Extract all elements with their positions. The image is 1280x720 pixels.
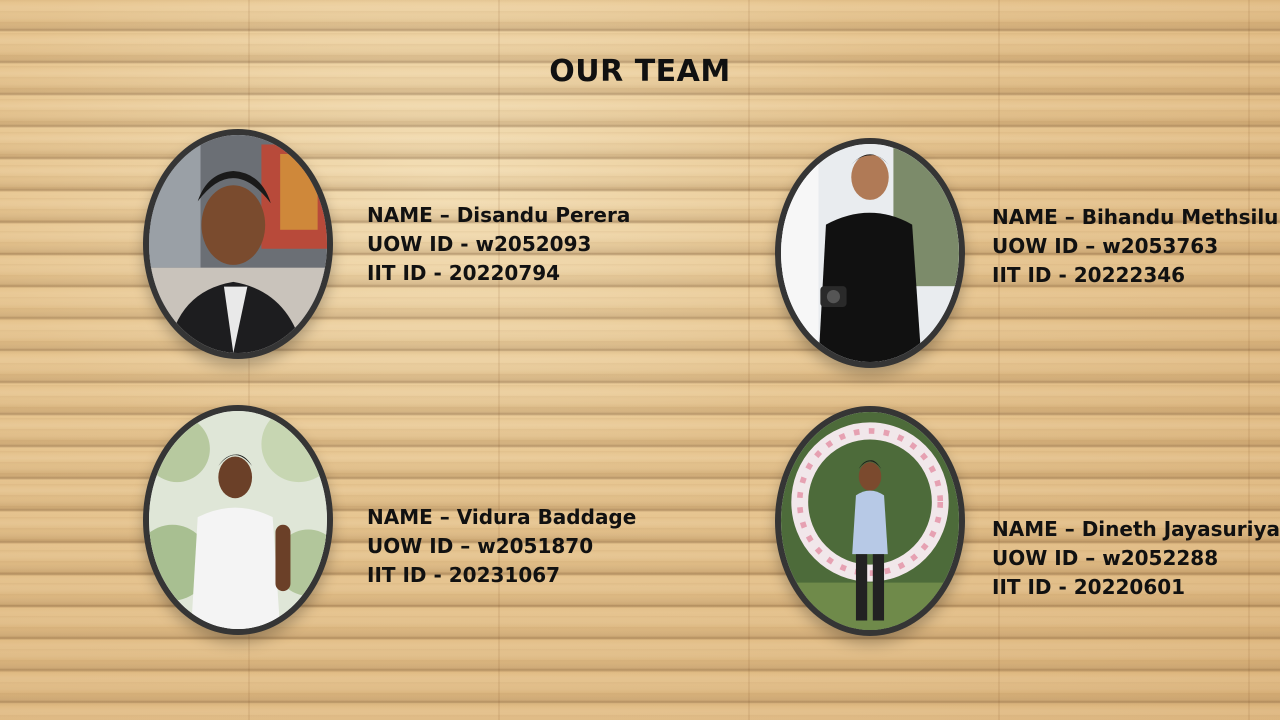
member-photo bbox=[143, 405, 333, 635]
member-info: NAME – Bihandu Methsilu UOW ID – w205376… bbox=[992, 203, 1278, 290]
member-name: NAME – Vidura Baddage bbox=[367, 505, 637, 529]
member-name: NAME – Disandu Perera bbox=[367, 203, 631, 227]
member-iit-id: IIT ID - 20220601 bbox=[992, 575, 1186, 599]
page-title: OUR TEAM bbox=[549, 54, 731, 89]
member-iit-id: IIT ID - 20231067 bbox=[367, 563, 561, 587]
member-uow-id: UOW ID – w2053763 bbox=[992, 234, 1219, 258]
slide: OUR TEAM NAME – Disandu Perera UOW ID - … bbox=[0, 0, 1280, 720]
member-uow-id: UOW ID - w2052093 bbox=[367, 232, 592, 256]
member-info: NAME – Disandu Perera UOW ID - w2052093 … bbox=[367, 201, 630, 288]
portrait-image bbox=[781, 412, 959, 630]
member-photo bbox=[143, 129, 333, 359]
member-name: NAME – Dineth Jayasuriya bbox=[992, 517, 1280, 541]
portrait-image bbox=[149, 411, 327, 629]
member-info: NAME – Dineth Jayasuriya UOW ID – w20522… bbox=[992, 515, 1280, 602]
member-uow-id: UOW ID – w2052288 bbox=[992, 546, 1219, 570]
member-iit-id: IIT ID - 20220794 bbox=[367, 261, 561, 285]
member-uow-id: UOW ID – w2051870 bbox=[367, 534, 594, 558]
member-name: NAME – Bihandu Methsilu bbox=[992, 205, 1279, 229]
member-photo bbox=[775, 138, 965, 368]
portrait-image bbox=[781, 144, 959, 362]
portrait-image bbox=[149, 135, 327, 353]
member-info: NAME – Vidura Baddage UOW ID – w2051870 … bbox=[367, 503, 636, 590]
member-iit-id: IIT ID - 20222346 bbox=[992, 263, 1186, 287]
member-photo bbox=[775, 406, 965, 636]
